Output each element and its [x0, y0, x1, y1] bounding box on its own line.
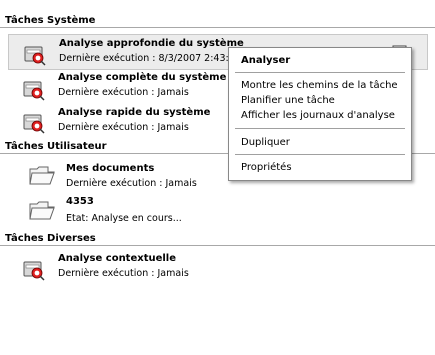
menu-item-schedule[interactable]: Planifier une tâche	[241, 95, 335, 106]
task-subtitle: Dernière exécution : Jamais	[66, 178, 197, 189]
scan-disk-icon	[23, 81, 45, 101]
menu-separator	[235, 72, 405, 73]
section-header-system: Tâches Système	[0, 13, 435, 28]
task-title: Mes documents	[66, 163, 155, 174]
task-4353[interactable]: 4353 Etat: Analyse en cours...	[8, 195, 428, 231]
menu-separator	[235, 128, 405, 129]
menu-item-analyze[interactable]: Analyser	[241, 55, 290, 66]
task-subtitle: Dernière exécution : 8/3/2007 2:43:	[59, 53, 229, 64]
task-title: Analyse approfondie du système	[59, 38, 244, 49]
menu-separator	[235, 154, 405, 155]
scan-disk-icon	[24, 46, 46, 66]
folder-icon	[29, 201, 55, 220]
scan-disk-icon	[23, 261, 45, 281]
menu-item-show-logs[interactable]: Afficher les journaux d'analyse	[241, 110, 395, 121]
task-subtitle: Dernière exécution : Jamais	[58, 268, 189, 279]
folder-icon	[29, 166, 55, 185]
section-header-misc: Tâches Diverses	[0, 231, 435, 246]
scan-disk-icon	[23, 114, 45, 134]
task-title: Analyse complète du système	[58, 72, 227, 83]
task-title: 4353	[66, 196, 94, 207]
task-context-scan[interactable]: Analyse contextuelle Dernière exécution …	[8, 250, 428, 286]
task-subtitle: Dernière exécution : Jamais	[58, 87, 189, 98]
task-subtitle: Etat: Analyse en cours...	[66, 213, 182, 224]
task-title: Analyse rapide du système	[58, 107, 211, 118]
context-menu: Analyser Montre les chemins de la tâche …	[228, 47, 412, 181]
menu-item-duplicate[interactable]: Dupliquer	[241, 137, 290, 148]
menu-item-properties[interactable]: Propriétés	[241, 162, 292, 173]
task-subtitle: Dernière exécution : Jamais	[58, 122, 189, 133]
menu-item-show-paths[interactable]: Montre les chemins de la tâche	[241, 80, 398, 91]
task-title: Analyse contextuelle	[58, 253, 177, 264]
